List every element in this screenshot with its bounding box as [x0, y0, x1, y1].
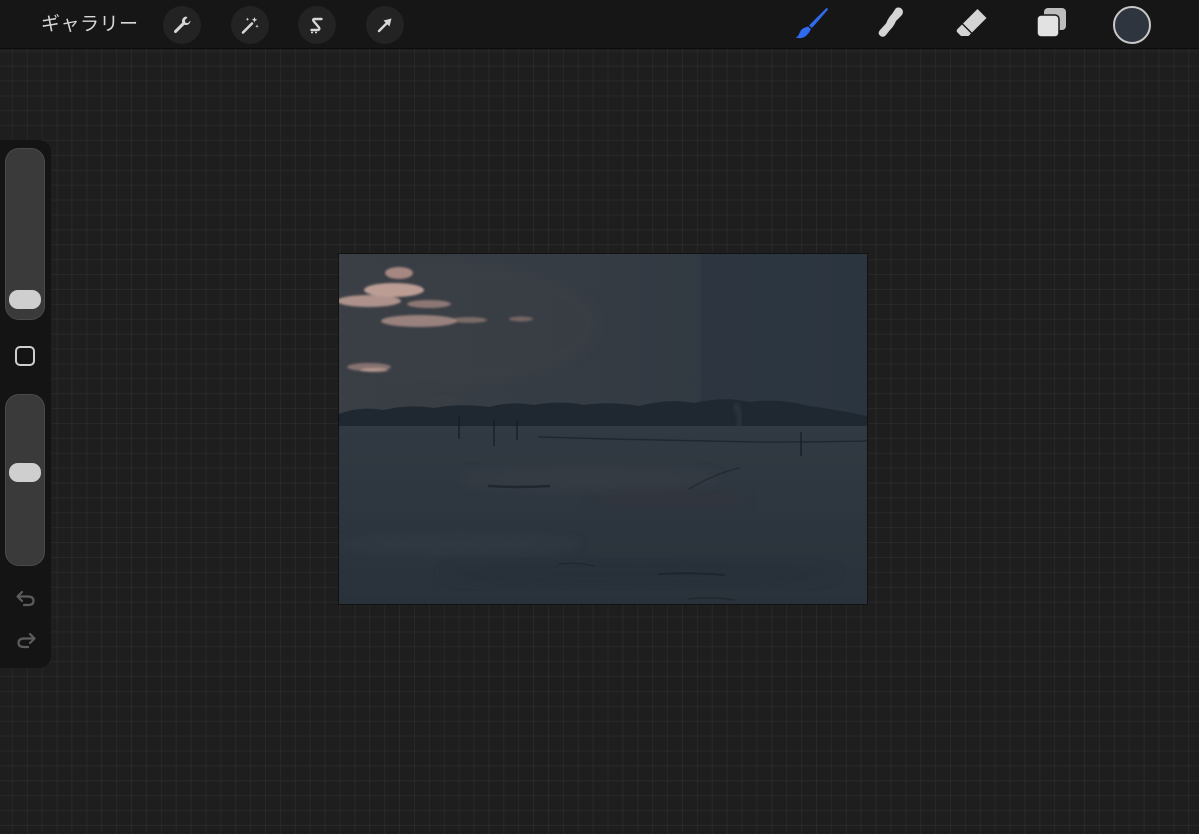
layers-tool[interactable] — [1035, 8, 1069, 42]
top-toolbar: ギャラリー — [0, 0, 1199, 49]
brush-size-slider[interactable] — [5, 148, 45, 320]
brush-size-slider-thumb[interactable] — [9, 289, 41, 309]
opacity-slider-thumb[interactable] — [9, 463, 41, 483]
brush-tool[interactable] — [795, 6, 829, 44]
redo-arrow-icon — [14, 629, 38, 655]
transform-button[interactable] — [366, 6, 404, 44]
smudge-tool[interactable] — [874, 6, 908, 44]
undo-button[interactable] — [13, 588, 39, 612]
wrench-icon — [171, 14, 193, 36]
undo-arrow-icon — [14, 587, 38, 613]
adjustments-button[interactable] — [231, 6, 269, 44]
arrow-cursor-icon — [374, 14, 396, 36]
landscape-painting — [339, 254, 867, 604]
selection-s-icon — [306, 14, 328, 36]
paintbrush-icon — [795, 6, 829, 44]
gallery-button[interactable]: ギャラリー — [41, 11, 139, 37]
redo-button[interactable] — [13, 630, 39, 654]
magic-wand-icon — [239, 14, 261, 36]
eraser-tool[interactable] — [955, 8, 989, 42]
selection-button[interactable] — [298, 6, 336, 44]
smudge-finger-icon — [874, 6, 908, 44]
layers-icon — [1035, 6, 1069, 44]
modify-button[interactable] — [15, 346, 35, 366]
actions-button[interactable] — [163, 6, 201, 44]
drawing-canvas[interactable] — [339, 254, 867, 604]
eraser-icon — [955, 6, 989, 44]
color-swatch[interactable] — [1113, 6, 1151, 44]
opacity-slider[interactable] — [5, 394, 45, 566]
left-sidebar — [0, 140, 51, 668]
